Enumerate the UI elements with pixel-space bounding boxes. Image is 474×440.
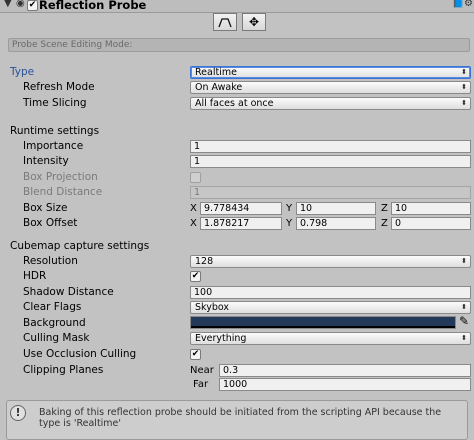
- background-color-field[interactable]: [190, 316, 456, 329]
- type-dropdown[interactable]: Realtime ⬍: [190, 66, 471, 79]
- box-offset-label: Box Offset: [23, 217, 78, 229]
- hdr-checkbox[interactable]: ✔: [190, 271, 201, 282]
- culling-mask-dropdown[interactable]: Everything ⬍: [190, 332, 471, 345]
- eyedropper-icon[interactable]: ✎: [459, 314, 469, 328]
- shadow-distance-label: Shadow Distance: [23, 286, 114, 298]
- dropdown-arrow-icon: ⬍: [461, 257, 467, 265]
- dropdown-arrow-icon: ⬍: [461, 83, 467, 91]
- dropdown-arrow-icon: ⬍: [461, 303, 467, 311]
- resolution-value: 128: [195, 256, 214, 267]
- box-size-y-label: Y: [286, 203, 293, 214]
- scene-editing-mode-field: Probe Scene Editing Mode:: [8, 38, 470, 52]
- importance-label: Importance: [23, 140, 84, 152]
- culling-mask-label: Culling Mask: [23, 332, 90, 344]
- move-arrows-icon: ✥: [248, 15, 260, 29]
- dropdown-arrow-icon: ⬍: [461, 334, 467, 342]
- box-offset-x-field[interactable]: 1.878217: [200, 217, 282, 230]
- box-offset-x-label: X: [190, 218, 197, 229]
- help-box: Baking of this reflection probe should b…: [6, 400, 468, 440]
- edit-bounds-button[interactable]: [213, 13, 237, 31]
- refresh-mode-value: On Awake: [195, 82, 243, 93]
- culling-mask-value: Everything: [195, 333, 247, 344]
- type-value: Realtime: [195, 67, 237, 78]
- importance-field[interactable]: 1: [190, 140, 471, 153]
- background-label: Background: [23, 317, 86, 329]
- box-offset-y-label: Y: [286, 218, 293, 229]
- type-label: Type: [10, 66, 35, 78]
- intensity-field[interactable]: 1: [190, 155, 471, 168]
- info-icon: !: [10, 405, 26, 421]
- resolution-label: Resolution: [23, 255, 78, 267]
- help-text: Baking of this reflection probe should b…: [39, 407, 442, 429]
- box-size-x-field[interactable]: 9.778434: [200, 202, 282, 215]
- dropdown-arrow-icon: ⬍: [461, 99, 467, 107]
- box-size-z-field[interactable]: 10: [391, 202, 471, 215]
- refresh-mode-label: Refresh Mode: [23, 81, 95, 93]
- settings-gear-icon[interactable]: ⚙: [464, 0, 473, 9]
- box-size-x-label: X: [190, 203, 197, 214]
- time-slicing-dropdown[interactable]: All faces at once ⬍: [190, 97, 471, 110]
- far-label: Far: [193, 379, 209, 390]
- box-size-z-label: Z: [381, 203, 388, 214]
- alpha-bar: [191, 326, 455, 328]
- box-projection-checkbox[interactable]: [190, 172, 201, 183]
- time-slicing-label: Time Slicing: [23, 97, 87, 109]
- box-offset-z-label: Z: [381, 218, 388, 229]
- clear-flags-label: Clear Flags: [23, 301, 82, 313]
- move-origin-button[interactable]: ✥: [242, 13, 266, 31]
- resolution-dropdown[interactable]: 128 ⬍: [190, 255, 471, 268]
- far-clip-field[interactable]: 1000: [219, 378, 471, 391]
- clear-flags-dropdown[interactable]: Skybox ⬍: [190, 301, 471, 314]
- blend-distance-field[interactable]: 1: [190, 186, 471, 199]
- foldout-arrow-icon[interactable]: ▼: [4, 0, 12, 9]
- runtime-settings-header: Runtime settings: [10, 125, 100, 137]
- component-title: Reflection Probe: [39, 0, 147, 12]
- occlusion-culling-label: Use Occlusion Culling: [23, 348, 137, 360]
- box-size-y-field[interactable]: 10: [296, 202, 376, 215]
- shadow-distance-field[interactable]: 100: [190, 286, 471, 299]
- help-book-icon[interactable]: 📘: [452, 0, 464, 9]
- near-label: Near: [190, 365, 214, 376]
- occlusion-culling-checkbox[interactable]: ✔: [190, 349, 201, 360]
- near-clip-field[interactable]: 0.3: [219, 364, 471, 377]
- dropdown-arrow-icon: ⬍: [461, 68, 467, 76]
- hdr-label: HDR: [23, 270, 47, 282]
- clear-flags-value: Skybox: [195, 302, 229, 313]
- box-projection-label: Box Projection: [23, 171, 98, 183]
- reflection-probe-icon: ◉: [16, 0, 25, 9]
- cubemap-settings-header: Cubemap capture settings: [10, 240, 150, 252]
- box-offset-z-field[interactable]: 0: [391, 217, 471, 230]
- component-enabled-checkbox[interactable]: ✔: [27, 0, 38, 11]
- box-size-label: Box Size: [23, 202, 68, 214]
- refresh-mode-dropdown[interactable]: On Awake ⬍: [190, 81, 471, 94]
- intensity-label: Intensity: [23, 155, 69, 167]
- box-offset-y-field[interactable]: 0.798: [296, 217, 376, 230]
- edit-bounds-icon: [218, 18, 232, 28]
- time-slicing-value: All faces at once: [195, 98, 274, 109]
- blend-distance-label: Blend Distance: [23, 186, 103, 198]
- clipping-planes-label: Clipping Planes: [23, 364, 104, 376]
